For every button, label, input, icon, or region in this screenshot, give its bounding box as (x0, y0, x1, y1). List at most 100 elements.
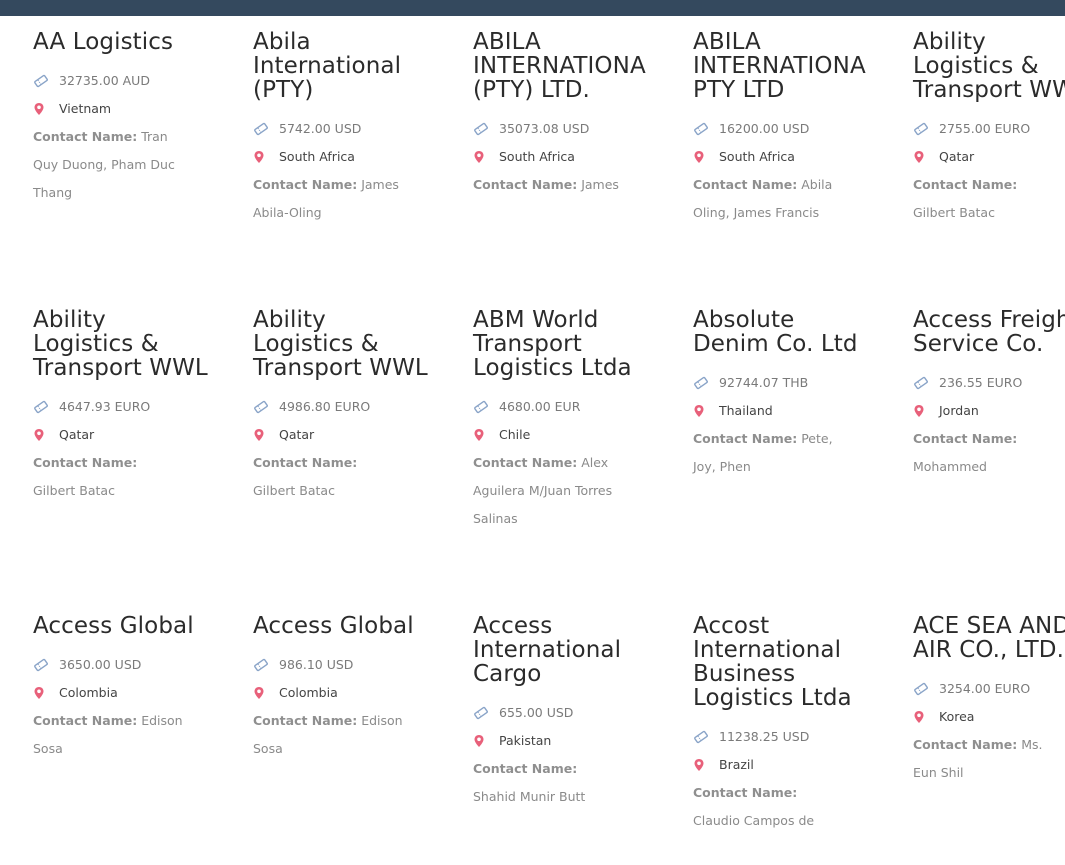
company-card[interactable]: ABM World Transport Logistics Ltda 4680.… (473, 308, 693, 533)
map-pin-icon (913, 710, 939, 724)
amount-line: 92744.07 THB (693, 369, 903, 397)
ticket-icon (473, 122, 499, 136)
company-name[interactable]: Access Global (33, 614, 213, 638)
amount-line: 35073.08 USD (473, 115, 683, 143)
country-value: Thailand (719, 403, 773, 418)
amount-line: 3254.00 EURO (913, 675, 1065, 703)
contact-value: Mohammed (913, 459, 987, 474)
company-name[interactable]: Ability Logistics & Transport WWL (913, 30, 1065, 102)
location-line: South Africa (693, 143, 903, 171)
amount-line: 986.10 USD (253, 651, 463, 679)
location-line: Qatar (913, 143, 1065, 171)
location-line: Jordan (913, 397, 1065, 425)
company-card[interactable]: Access International Cargo 655.00 USD Pa… (473, 614, 693, 811)
company-card[interactable]: ABILA INTERNATIONA (PTY) LTD. 35073.08 U… (473, 30, 693, 199)
location-line: Colombia (33, 679, 243, 707)
contact-label: Contact Name: (473, 177, 578, 192)
map-pin-icon (693, 758, 719, 772)
company-name[interactable]: ABILA INTERNATIONA (PTY) LTD. (473, 30, 653, 102)
country-value: Vietnam (59, 101, 112, 116)
company-card[interactable]: AA Logistics 32735.00 AUD Vietnam Contac… (33, 30, 253, 207)
company-row: Ability Logistics & Transport WWL 4647.9… (33, 308, 1065, 614)
contact-line: Contact Name: Abila Oling, James Francis (693, 171, 843, 227)
amount-line: 4680.00 EUR (473, 393, 683, 421)
map-pin-icon (33, 686, 59, 700)
company-name[interactable]: Access International Cargo (473, 614, 653, 686)
country-value: Qatar (59, 427, 95, 442)
contact-line: Contact Name: James Abila-Oling (253, 171, 403, 227)
company-name[interactable]: Abila International (PTY) (253, 30, 433, 102)
company-card[interactable]: Accost International Business Logistics … (693, 614, 913, 835)
top-bar (0, 0, 1065, 16)
contact-label: Contact Name: (253, 177, 358, 192)
amount-value: 3254.00 EURO (939, 681, 1031, 696)
amount-value: 3650.00 USD (59, 657, 142, 672)
amount-line: 3650.00 USD (33, 651, 243, 679)
amount-value: 11238.25 USD (719, 729, 810, 744)
company-card[interactable]: ACE SEA AND AIR CO., LTD. 3254.00 EURO K… (913, 614, 1065, 787)
map-pin-icon (693, 404, 719, 418)
map-pin-icon (913, 404, 939, 418)
company-name[interactable]: AA Logistics (33, 30, 213, 54)
contact-value: Gilbert Batac (33, 483, 115, 498)
company-card[interactable]: Abila International (PTY) 5742.00 USD So… (253, 30, 473, 227)
ticket-icon (693, 730, 719, 744)
company-name[interactable]: ABILA INTERNATIONA PTY LTD (693, 30, 873, 102)
company-card[interactable]: Access Global 986.10 USD Colombia Contac… (253, 614, 473, 763)
location-line: Korea (913, 703, 1065, 731)
company-card[interactable]: Ability Logistics & Transport WWL 2755.0… (913, 30, 1065, 227)
contact-label: Contact Name: (33, 713, 138, 728)
contact-label: Contact Name: (693, 785, 798, 800)
location-line: Brazil (693, 751, 903, 779)
amount-value: 986.10 USD (279, 657, 354, 672)
company-card[interactable]: Absolute Denim Co. Ltd 92744.07 THB Thai… (693, 308, 913, 481)
contact-value: Claudio Campos de (693, 813, 815, 828)
amount-value: 4986.80 EURO (279, 399, 371, 414)
company-name[interactable]: ACE SEA AND AIR CO., LTD. (913, 614, 1065, 662)
company-name[interactable]: Ability Logistics & Transport WWL (253, 308, 433, 380)
country-value: Colombia (59, 685, 118, 700)
company-name[interactable]: Ability Logistics & Transport WWL (33, 308, 213, 380)
contact-line: Contact Name: Gilbert Batac (913, 171, 1063, 227)
company-card[interactable]: ABILA INTERNATIONA PTY LTD 16200.00 USD (693, 30, 913, 227)
contact-label: Contact Name: (693, 177, 798, 192)
map-pin-icon (253, 150, 279, 164)
contact-label: Contact Name: (913, 431, 1018, 446)
contact-line: Contact Name: Gilbert Batac (253, 449, 403, 505)
contact-label: Contact Name: (253, 713, 358, 728)
location-line: Pakistan (473, 727, 683, 755)
contact-label: Contact Name: (473, 761, 578, 776)
contact-value: Shahid Munir Butt (473, 789, 586, 804)
country-value: Korea (939, 709, 975, 724)
ticket-icon (253, 658, 279, 672)
country-value: Jordan (939, 403, 979, 418)
contact-label: Contact Name: (253, 455, 358, 470)
company-name[interactable]: ABM World Transport Logistics Ltda (473, 308, 653, 380)
amount-value: 5742.00 USD (279, 121, 362, 136)
amount-value: 655.00 USD (499, 705, 574, 720)
amount-value: 92744.07 THB (719, 375, 809, 390)
amount-line: 655.00 USD (473, 699, 683, 727)
company-name[interactable]: Access Freight Service Co. (913, 308, 1065, 356)
location-line: Colombia (253, 679, 463, 707)
amount-value: 2755.00 EURO (939, 121, 1031, 136)
company-name[interactable]: Absolute Denim Co. Ltd (693, 308, 873, 356)
country-value: South Africa (279, 149, 355, 164)
company-card[interactable]: Ability Logistics & Transport WWL 4986.8… (253, 308, 473, 505)
contact-label: Contact Name: (33, 455, 138, 470)
location-line: Qatar (253, 421, 463, 449)
company-row: Access Global 3650.00 USD Colombia Conta… (33, 614, 1065, 835)
country-value: Brazil (719, 757, 754, 772)
country-value: South Africa (719, 149, 795, 164)
company-name[interactable]: Accost International Business Logistics … (693, 614, 873, 710)
company-card[interactable]: Access Global 3650.00 USD Colombia Conta… (33, 614, 253, 763)
company-grid: AA Logistics 32735.00 AUD Vietnam Contac… (33, 30, 1065, 835)
location-line: Thailand (693, 397, 903, 425)
ticket-icon (693, 376, 719, 390)
company-card[interactable]: Access Freight Service Co. 236.55 EURO J… (913, 308, 1065, 481)
company-card[interactable]: Ability Logistics & Transport WWL 4647.9… (33, 308, 253, 505)
contact-line: Contact Name: Mohammed (913, 425, 1063, 481)
contact-line: Contact Name: Tran Quy Duong, Pham Duc T… (33, 123, 183, 207)
ticket-icon (253, 122, 279, 136)
company-name[interactable]: Access Global (253, 614, 433, 638)
